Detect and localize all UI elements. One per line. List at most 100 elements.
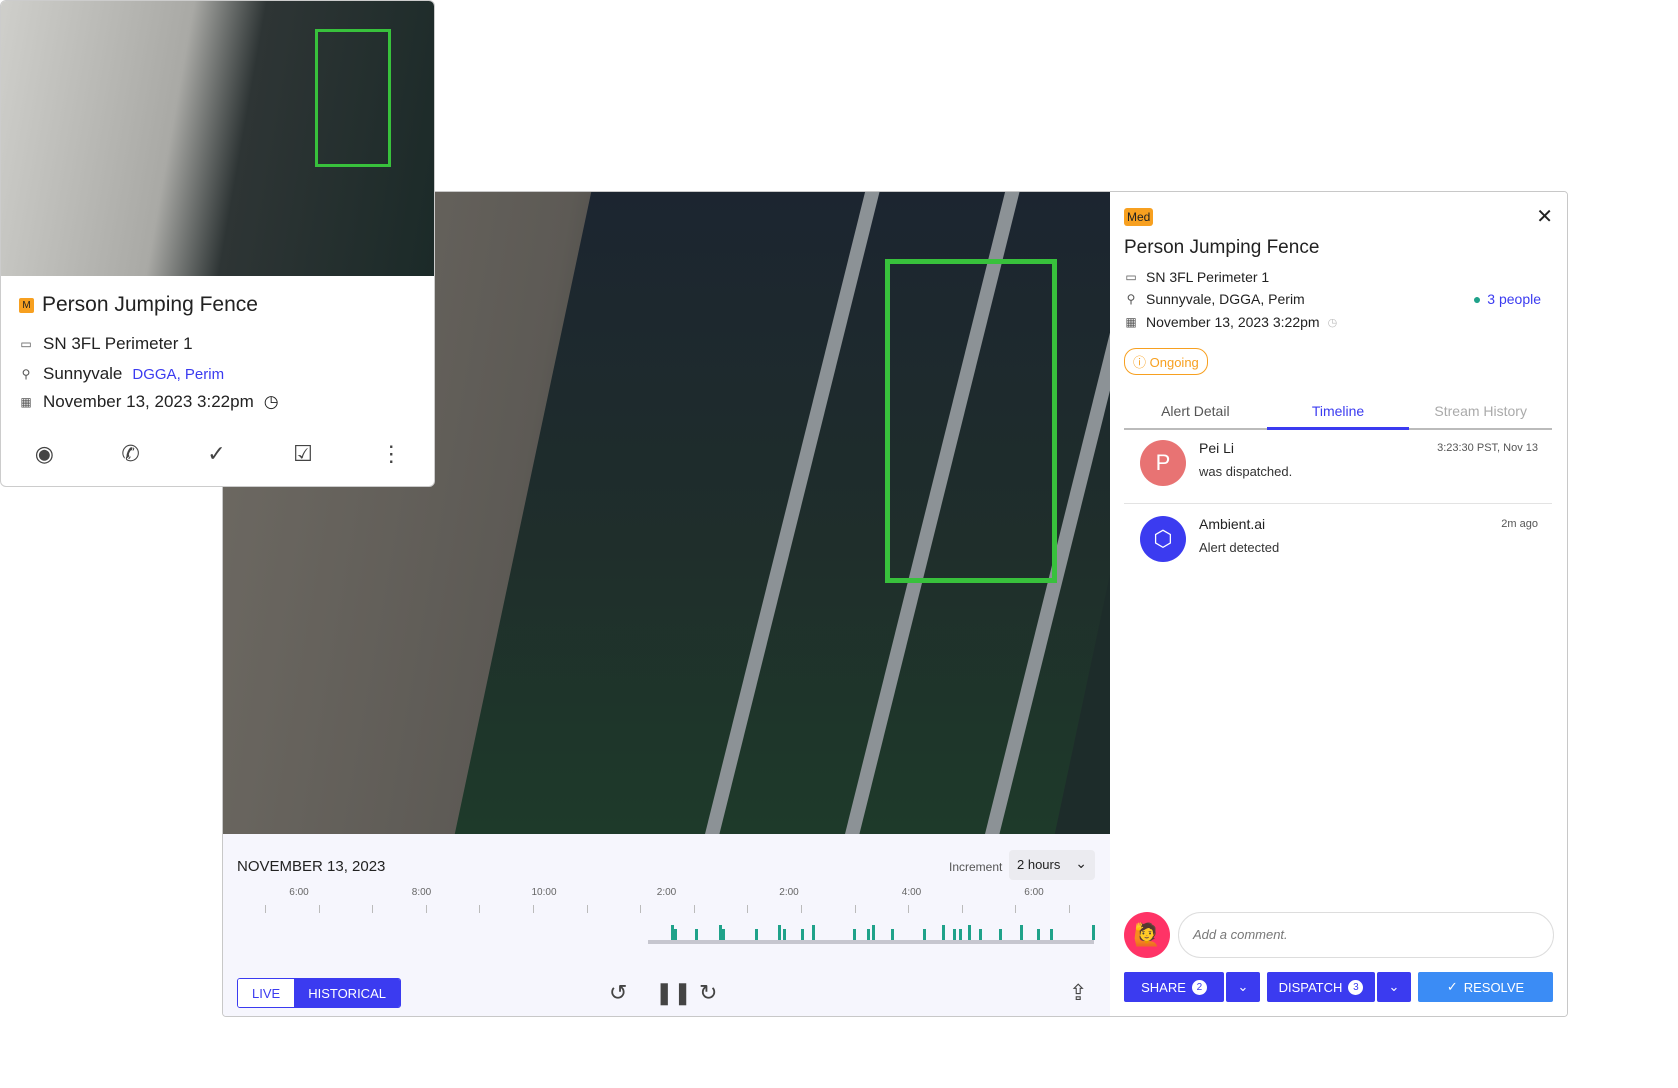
eye-icon[interactable]: ◉	[35, 441, 54, 467]
timeline-event-mark[interactable]	[1020, 925, 1023, 940]
tick-mark	[533, 905, 534, 913]
alert-title: Person Jumping Fence	[1124, 237, 1320, 258]
datetime-row: ▦ November 13, 2023 3:22pm ◷	[19, 392, 278, 412]
increment-select[interactable]: 2 hours ⌄	[1009, 850, 1095, 880]
timeline-event-mark[interactable]	[674, 929, 677, 940]
location-text: Sunnyvale, DGGA, Perim	[1146, 291, 1305, 307]
tick-label: 10:00	[531, 887, 557, 898]
entry-name: Pei Li	[1199, 440, 1235, 456]
tick-label: 6:00	[1024, 887, 1044, 898]
entry-desc: was dispatched.	[1199, 464, 1293, 479]
tab-stream-history[interactable]: Stream History	[1409, 392, 1552, 428]
timeline-track[interactable]	[648, 940, 1094, 944]
tick-mark	[1069, 905, 1070, 913]
dispatch-button[interactable]: DISPATCH 3	[1267, 972, 1375, 1002]
forward-10-icon[interactable]: ↻	[699, 980, 717, 1006]
timeline-event-mark[interactable]	[1050, 929, 1053, 940]
resolve-button[interactable]: ✓ RESOLVE	[1418, 972, 1553, 1002]
comment-input[interactable]: Add a comment.	[1178, 912, 1554, 958]
people-link[interactable]: ● 3 people	[1473, 291, 1541, 307]
dispatch-label: DISPATCH	[1278, 979, 1343, 995]
tick-label: 4:00	[901, 887, 922, 898]
location-row: ⚲ Sunnyvale DGGA, Perim	[19, 364, 224, 384]
live-button[interactable]: LIVE	[238, 979, 295, 1007]
dispatch-dropdown-button[interactable]: ⌄	[1377, 972, 1411, 1002]
tick-label: 6:00	[289, 887, 309, 898]
timeline-event-mark[interactable]	[959, 929, 962, 940]
timeline-event-mark[interactable]	[853, 929, 856, 940]
timeline-event-mark[interactable]	[923, 929, 926, 940]
timeline-entry: P Pei Li was dispatched. 3:23:30 PST, No…	[1124, 432, 1552, 504]
tick-label: 2:00	[779, 887, 799, 898]
tick-label: 2:00	[656, 887, 677, 898]
timeline-event-mark[interactable]	[778, 925, 781, 940]
timeline-event-mark[interactable]	[979, 929, 982, 940]
person-icon: ●	[1472, 291, 1482, 307]
alert-detail-panel: Med ✕ Person Jumping Fence ▭ SN 3FL Perim…	[1110, 192, 1567, 1016]
tab-timeline[interactable]: Timeline	[1266, 392, 1410, 430]
calendar-icon: ▦	[20, 395, 32, 409]
card-title: Person Jumping Fence	[42, 293, 258, 316]
card-title-row: M Person Jumping Fence	[19, 293, 258, 317]
status-badge: ⓘ Ongoing	[1124, 348, 1208, 375]
entry-name: Ambient.ai	[1199, 516, 1266, 532]
timeline-event-mark[interactable]	[695, 929, 698, 940]
tick-mark	[425, 905, 427, 913]
datetime-row: ▦ November 13, 2023 3:22pm ◷	[1124, 314, 1337, 330]
chat-check-icon[interactable]: ☑	[293, 441, 313, 467]
pause-icon[interactable]: ❚❚	[655, 980, 692, 1006]
tick-mark	[640, 905, 642, 913]
rewind-10-icon[interactable]: ↺	[609, 980, 627, 1006]
location-pin-icon: ⚲	[21, 367, 31, 381]
timeline-event-mark[interactable]	[812, 925, 815, 940]
alert-card[interactable]: M Person Jumping Fence ▭ SN 3FL Perimeter …	[0, 0, 435, 487]
dispatch-count: 3	[1348, 979, 1364, 995]
timeline-entry: ⬡ Ambient.ai Alert detected 2m ago	[1124, 508, 1552, 580]
check-icon[interactable]: ✓	[207, 441, 225, 467]
site-link[interactable]: DGGA, Perim	[132, 366, 224, 383]
timeline-event-mark[interactable]	[783, 929, 786, 940]
close-icon[interactable]: ✕	[1536, 204, 1553, 229]
share-dropdown-button[interactable]: ⌄	[1226, 972, 1260, 1002]
tab-alert-detail[interactable]: Alert Detail	[1124, 392, 1267, 428]
timeline-event-mark[interactable]	[891, 929, 894, 940]
timeline-event-mark[interactable]	[968, 925, 971, 940]
timeline-event-mark[interactable]	[999, 929, 1002, 940]
tick-mark	[961, 905, 963, 913]
timeline-event-mark[interactable]	[872, 925, 875, 940]
share-label: SHARE	[1141, 979, 1186, 995]
timeline-event-mark[interactable]	[867, 929, 870, 940]
tick-mark	[318, 905, 320, 913]
phone-icon[interactable]: ✆	[121, 441, 139, 467]
timeline-event-mark[interactable]	[755, 929, 758, 940]
share-button[interactable]: SHARE 2	[1124, 972, 1224, 1002]
share-count: 2	[1191, 979, 1207, 995]
tick-mark	[1015, 905, 1017, 913]
user-avatar: 🙋	[1124, 912, 1170, 958]
timeline-event-mark[interactable]	[953, 929, 956, 940]
timeline-event-mark[interactable]	[1037, 929, 1040, 940]
clock-icon: ◷	[1327, 316, 1338, 329]
playback-controls: NOVEMBER 13, 2023 Increment 2 hours ⌄ 6:0…	[223, 834, 1110, 1016]
camera-row: ▭ SN 3FL Perimeter 1	[1124, 269, 1269, 285]
tick-mark	[479, 905, 481, 913]
share-export-icon[interactable]: ⇪	[1069, 980, 1087, 1006]
timeline-event-mark[interactable]	[722, 929, 725, 940]
entry-time: 2m ago	[1501, 518, 1538, 530]
tick-mark	[908, 905, 910, 913]
timeline-date: NOVEMBER 13, 2023	[237, 858, 386, 875]
card-actions: ◉ ✆ ✓ ☑ ⋮	[1, 441, 434, 467]
more-icon[interactable]: ⋮	[380, 441, 402, 467]
card-datetime: November 13, 2023 3:22pm	[43, 392, 254, 411]
people-count: 3 people	[1487, 291, 1541, 307]
check-icon: ✓	[1446, 979, 1458, 994]
timeline-event-mark[interactable]	[801, 929, 804, 940]
tick-mark	[586, 905, 588, 913]
increment-value: 2 hours	[1017, 857, 1061, 872]
historical-button[interactable]: HISTORICAL	[294, 979, 400, 1007]
tick-mark	[747, 905, 749, 913]
timeline-event-mark[interactable]	[1092, 925, 1095, 940]
mode-toggle: LIVE HISTORICAL	[237, 978, 401, 1008]
severity-badge: M	[19, 297, 34, 313]
timeline-event-mark[interactable]	[942, 925, 945, 940]
